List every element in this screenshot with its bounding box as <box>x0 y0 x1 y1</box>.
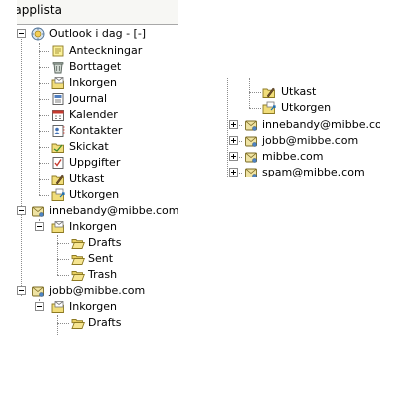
tree-item-utkorgen[interactable]: Utkorgen <box>222 100 380 116</box>
mailbox-icon <box>244 150 258 164</box>
tree-item-label: spam@mibbe.com <box>262 166 365 177</box>
tree-item-label: Utkast <box>69 172 105 185</box>
tree-item-label: Kalender <box>69 108 118 121</box>
tree-item-utkast[interactable]: Utkast <box>17 171 178 187</box>
collapse-toggle[interactable] <box>17 286 26 295</box>
tree-item-label: Skickat <box>69 140 109 153</box>
tree-item-label: Outlook i dag - [-] <box>49 27 147 40</box>
tree-item-label: Trash <box>88 268 118 281</box>
tree-item-label: Kontakter <box>69 124 123 137</box>
tree-item-skickat[interactable]: Skickat <box>17 139 178 155</box>
tree-item-label: Uppgifter <box>69 156 121 169</box>
tree-item-utkorgen[interactable]: Utkorgen <box>17 187 178 203</box>
outbox-icon <box>51 188 65 202</box>
mailbox-icon <box>244 118 258 132</box>
drafts-icon <box>51 172 65 186</box>
tree-item-uppgifter[interactable]: Uppgifter <box>17 155 178 171</box>
outlook-today-icon <box>31 27 45 41</box>
expand-toggle[interactable] <box>229 136 238 145</box>
expand-toggle[interactable] <box>229 168 238 177</box>
notes-icon <box>51 44 65 58</box>
tree-item-label: Borttaget <box>69 60 122 73</box>
tree-item-label: jobb@mibbe.com <box>262 134 359 147</box>
collapse-toggle[interactable] <box>17 29 26 38</box>
tree-item-borttaget[interactable]: Borttaget <box>17 59 178 75</box>
folder-open-icon <box>71 236 85 250</box>
journal-icon <box>51 92 65 106</box>
expand-toggle[interactable] <box>229 120 238 129</box>
expand-toggle[interactable] <box>229 152 238 161</box>
sent-items-icon <box>51 140 65 154</box>
tree-item-innebandy-sent[interactable]: Sent <box>17 251 178 267</box>
inbox-icon <box>51 220 65 234</box>
tree-item-innebandy-inkorgen[interactable]: Inkorgen <box>17 219 178 235</box>
tree-item-label: jobb@mibbe.com <box>49 284 146 297</box>
deleted-items-icon <box>51 60 65 74</box>
tree-item-innebandy-account[interactable]: innebandy@mibbe.com <box>17 203 178 219</box>
tree-item-anteckningar[interactable]: Anteckningar <box>17 43 178 59</box>
drafts-icon <box>262 85 276 99</box>
collapse-toggle[interactable] <box>35 302 44 311</box>
inbox-icon <box>51 300 65 314</box>
tree-item-inkorgen[interactable]: Inkorgen <box>17 75 178 91</box>
tree-item-jobb-account[interactable]: jobb@mibbe.com <box>222 133 380 149</box>
tree-item-label: Utkast <box>281 85 317 98</box>
folder-list-title: Mapplista <box>17 3 62 17</box>
collapse-toggle[interactable] <box>17 206 26 215</box>
tree-item-jobb-inkorgen[interactable]: Inkorgen <box>17 299 178 315</box>
tree-item-utkast[interactable]: Utkast <box>222 84 380 100</box>
tree-item-mibbe-account[interactable]: mibbe.com <box>222 149 380 165</box>
folder-open-icon <box>71 268 85 282</box>
collapse-toggle[interactable] <box>35 222 44 231</box>
tree-item-label: Utkorgen <box>281 101 332 114</box>
tree-item-innebandy-drafts[interactable]: Drafts <box>17 235 178 251</box>
tree-item-label: Sent <box>88 252 114 265</box>
folder-open-icon <box>71 252 85 266</box>
tree-item-journal[interactable]: Journal <box>17 91 178 107</box>
folder-list-header: Mapplista <box>17 0 178 25</box>
tree-item-label: innebandy@mibbe.com <box>262 118 380 131</box>
tree-item-innebandy-trash[interactable]: Trash <box>17 267 178 283</box>
tree-item-jobb-drafts[interactable]: Drafts <box>17 315 178 331</box>
mailbox-icon <box>244 166 258 177</box>
mailbox-icon <box>244 134 258 148</box>
tree-item-label: Drafts <box>88 236 122 249</box>
mailbox-icon <box>31 204 45 218</box>
inbox-icon <box>51 76 65 90</box>
folder-list-pane: Mapplista Outlook i dag - [-] Anteckning… <box>17 0 178 335</box>
tree-item-innebandy-account[interactable]: innebandy@mibbe.com <box>222 117 380 133</box>
outbox-icon <box>262 101 276 115</box>
tree-item-label: mibbe.com <box>262 150 324 163</box>
tree-item-label: Anteckningar <box>69 44 143 57</box>
tree-item-spam-account[interactable]: spam@mibbe.com <box>222 165 380 177</box>
tree-item-jobb-account[interactable]: jobb@mibbe.com <box>17 283 178 299</box>
tree-item-label: Utkorgen <box>69 188 120 201</box>
contacts-icon <box>51 124 65 138</box>
tree-item-kalender[interactable]: Kalender <box>17 107 178 123</box>
tree-item-label: Inkorgen <box>69 220 117 233</box>
tree-item-label: Journal <box>69 92 108 105</box>
tree-item-label: Inkorgen <box>69 300 117 313</box>
tree-item-label: innebandy@mibbe.com <box>49 204 178 217</box>
tree-item-label: Inkorgen <box>69 76 117 89</box>
tree-item-label: Drafts <box>88 316 122 329</box>
folder-open-icon <box>71 316 85 330</box>
tree-item-kontakter[interactable]: Kontakter <box>17 123 178 139</box>
tasks-icon <box>51 156 65 170</box>
calendar-icon <box>51 108 65 122</box>
tree-item-outlook-today[interactable]: Outlook i dag - [-] <box>17 26 178 42</box>
folder-list-fragment: Utkast Utkorgen innebandy@mibbe.com jobb… <box>222 78 380 177</box>
mailbox-icon <box>31 284 45 298</box>
